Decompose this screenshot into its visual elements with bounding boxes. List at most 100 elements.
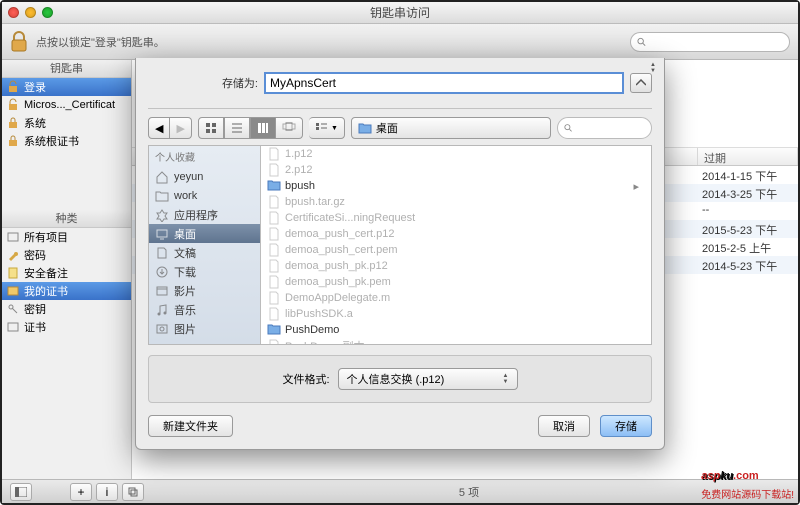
keychain-item-system[interactable]: 系统: [2, 114, 131, 132]
file-icon: [267, 307, 281, 321]
save-dialog: 存储为: ◀ ▶ ▼ 桌面 ▲▼ 个人收藏 y: [135, 58, 665, 450]
file-item[interactable]: demoa_push_cert.p12: [261, 226, 651, 242]
cat-note[interactable]: 安全备注: [2, 264, 131, 282]
cat-keys[interactable]: 密钥: [2, 300, 131, 318]
view-list[interactable]: [224, 117, 250, 139]
cert-icon: [6, 320, 20, 334]
file-icon: [267, 163, 281, 177]
sidebar-downloads[interactable]: 下载: [149, 262, 260, 281]
cat-password[interactable]: 密码: [2, 246, 131, 264]
pictures-icon: [155, 322, 169, 336]
cat-all[interactable]: 所有项目: [2, 228, 131, 246]
col-expires[interactable]: 过期: [698, 148, 798, 165]
keychain-item-root[interactable]: 系统根证书: [2, 132, 131, 150]
sb-toggle-btn[interactable]: [10, 483, 32, 501]
add-button[interactable]: +: [70, 483, 92, 501]
file-item[interactable]: PushDemo: [261, 322, 651, 338]
file-icon: [267, 259, 281, 273]
sidebar-music[interactable]: 音乐: [149, 300, 260, 319]
view-coverflow[interactable]: [276, 117, 303, 139]
exp-cell: 2015-2-5 上午: [698, 238, 798, 256]
location-label: 桌面: [376, 120, 398, 136]
file-item[interactable]: demoa_push_pk.pem: [261, 274, 651, 290]
search-icon: [564, 123, 572, 133]
file-item[interactable]: bpush▸: [261, 178, 651, 194]
save-button[interactable]: 存储: [600, 415, 652, 437]
lock-icon: [6, 134, 20, 148]
file-item[interactable]: demoa_push_pk.p12: [261, 258, 651, 274]
sidebar-work[interactable]: work: [149, 186, 260, 205]
toolbar-search-input[interactable]: [650, 36, 783, 48]
dialog-search[interactable]: [557, 117, 652, 139]
toolbar: 点按以锁定"登录"钥匙串。: [2, 24, 798, 60]
sidebar-docs[interactable]: 文稿: [149, 243, 260, 262]
folder-icon: [155, 189, 169, 203]
location-dropdown[interactable]: 桌面 ▲▼: [351, 117, 551, 139]
arrange-dropdown[interactable]: ▼: [309, 117, 345, 139]
exp-cell: --: [698, 202, 798, 220]
cert-icon: [6, 284, 20, 298]
lock-icon[interactable]: [10, 31, 28, 53]
save-filename-input[interactable]: [264, 72, 624, 94]
statusbar: + i 5 项: [2, 479, 798, 503]
format-label: 文件格式:: [282, 371, 329, 387]
dialog-search-input[interactable]: [576, 122, 645, 134]
sidebar-movies[interactable]: 影片: [149, 281, 260, 300]
file-list[interactable]: 1.p122.p12bpush▸bpush.tar.gzCertificateS…: [261, 146, 651, 344]
file-item[interactable]: 2.p12: [261, 162, 651, 178]
key-icon: [6, 302, 20, 316]
file-item[interactable]: demoa_push_cert.pem: [261, 242, 651, 258]
file-item[interactable]: PushDemo 副本: [261, 338, 651, 344]
exp-cell: 2014-5-23 下午: [698, 256, 798, 274]
cat-my-certs[interactable]: 我的证书: [2, 282, 131, 300]
sidebar-desktop[interactable]: 桌面: [149, 224, 260, 243]
keychain-item-login[interactable]: 登录: [2, 78, 131, 96]
keychain-item-ms[interactable]: Micros..._Certificat: [2, 96, 131, 114]
sidebar-home[interactable]: yeyun: [149, 167, 260, 186]
search-icon: [637, 37, 646, 47]
favorites-header: 个人收藏: [149, 146, 260, 167]
file-icon: [267, 339, 281, 344]
file-icon: [267, 195, 281, 209]
folder-icon: [267, 323, 281, 337]
file-item[interactable]: DemoAppDelegate.m: [261, 290, 651, 306]
apps-icon: [155, 208, 169, 222]
disclosure-arrow-icon: ▸: [633, 180, 645, 193]
download-icon: [155, 265, 169, 279]
file-item[interactable]: CertificateSi...ningRequest: [261, 210, 651, 226]
file-icon: [267, 243, 281, 257]
view-switcher[interactable]: [198, 117, 303, 139]
file-icon: [267, 211, 281, 225]
collapse-button[interactable]: [630, 73, 652, 93]
back-button[interactable]: ◀: [148, 117, 170, 139]
format-dropdown[interactable]: 个人信息交换 (.p12) ▲▼: [338, 368, 518, 390]
forward-button[interactable]: ▶: [170, 117, 191, 139]
nav-back-forward[interactable]: ◀ ▶: [148, 117, 192, 139]
file-icon: [267, 147, 281, 161]
view-icons[interactable]: [198, 117, 224, 139]
file-icon: [267, 291, 281, 305]
file-item[interactable]: bpush.tar.gz: [261, 194, 651, 210]
sidebar-apps[interactable]: 应用程序: [149, 205, 260, 224]
sidebar-pictures[interactable]: 图片: [149, 319, 260, 338]
view-columns[interactable]: [250, 117, 276, 139]
left-sidebar: 钥匙串 登录 Micros..._Certificat 系统 系统根证书: [2, 60, 132, 479]
copy-button[interactable]: [122, 483, 144, 501]
unlock-icon: [6, 80, 20, 94]
exp-cell: 2015-5-23 下午: [698, 220, 798, 238]
exp-cell: 2014-3-25 下午: [698, 184, 798, 202]
file-icon: [267, 275, 281, 289]
file-icon: [267, 227, 281, 241]
cat-certs[interactable]: 证书: [2, 318, 131, 336]
browser-sidebar: 个人收藏 yeyun work 应用程序 桌面 文稿 下载 影片 音乐 图片: [149, 146, 261, 344]
toolbar-search[interactable]: [630, 32, 790, 52]
cancel-button[interactable]: 取消: [538, 415, 590, 437]
info-button[interactable]: i: [96, 483, 118, 501]
movies-icon: [155, 284, 169, 298]
new-folder-button[interactable]: 新建文件夹: [148, 415, 233, 437]
category-section-header: 种类: [2, 210, 131, 228]
lock-icon: [6, 116, 20, 130]
titlebar: 钥匙串访问: [2, 2, 798, 24]
file-item[interactable]: 1.p12: [261, 146, 651, 162]
file-item[interactable]: libPushSDK.a: [261, 306, 651, 322]
